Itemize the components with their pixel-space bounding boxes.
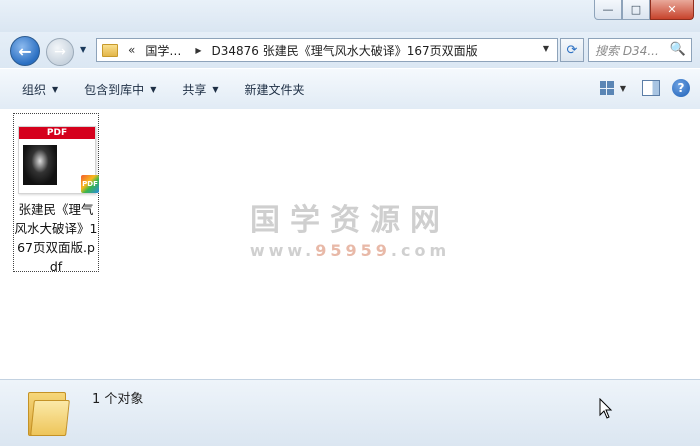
command-bar: 组织 ▼ 包含到库中 ▼ 共享 ▼ 新建文件夹 ▼ ? bbox=[0, 68, 700, 110]
pdf-thumbnail-icon: PDF PDF bbox=[18, 126, 99, 194]
file-item[interactable]: PDF PDF 张建民《理气风水大破译》167页双面版.pdf bbox=[13, 113, 99, 274]
new-folder-label: 新建文件夹 bbox=[244, 82, 305, 97]
pdf-band-label: PDF bbox=[19, 127, 95, 139]
new-folder-button[interactable]: 新建文件夹 bbox=[241, 78, 309, 101]
minimize-button[interactable]: — bbox=[594, 0, 622, 20]
details-pane: 1 个对象 bbox=[0, 379, 700, 446]
change-view-icon[interactable] bbox=[599, 81, 614, 95]
folder-icon bbox=[28, 386, 70, 436]
watermark: 国学资源网 www.95959.com bbox=[240, 195, 460, 260]
search-icon[interactable]: 🔍 bbox=[670, 42, 686, 57]
chevron-down-icon: ▼ bbox=[212, 84, 219, 94]
organize-menu[interactable]: 组织 ▼ bbox=[18, 78, 62, 101]
chevron-down-icon: ▼ bbox=[150, 84, 157, 94]
view-controls: ▼ ? bbox=[599, 79, 690, 97]
folder-icon bbox=[102, 43, 118, 57]
forward-button[interactable]: → bbox=[46, 38, 74, 66]
file-list-area[interactable]: PDF PDF 张建民《理气风水大破译》167页双面版.pdf 国学资源网 ww… bbox=[0, 109, 700, 379]
refresh-button[interactable]: ⟳ bbox=[560, 38, 584, 62]
view-options-dropdown-icon[interactable]: ▼ bbox=[620, 84, 626, 93]
watermark-url-accent: 95959 bbox=[315, 241, 391, 260]
preview-pane-icon[interactable] bbox=[642, 80, 660, 96]
breadcrumb-current[interactable]: D34876 张建民《理气风水大破译》167页双面版 bbox=[212, 42, 478, 59]
help-icon[interactable]: ? bbox=[672, 79, 690, 97]
include-in-library-menu[interactable]: 包含到库中 ▼ bbox=[80, 78, 160, 101]
maximize-button[interactable]: □ bbox=[622, 0, 650, 20]
address-bar[interactable]: « 国学… ▶ D34876 张建民《理气风水大破译》167页双面版 ▼ bbox=[96, 38, 558, 62]
watermark-url-prefix: www. bbox=[249, 241, 316, 260]
window-controls: — □ ✕ bbox=[594, 0, 694, 20]
watermark-title: 国学资源网 bbox=[250, 203, 450, 238]
search-box[interactable]: 搜索 D34... 🔍 bbox=[588, 38, 692, 62]
share-label: 共享 bbox=[182, 82, 207, 97]
watermark-url: www.95959.com bbox=[240, 241, 460, 260]
explorer-window: — □ ✕ ← → ▼ « 国学… ▶ D34876 张建民《理气风水大破译》1… bbox=[0, 0, 700, 446]
back-button[interactable]: ← bbox=[10, 36, 40, 66]
cover-image bbox=[23, 145, 57, 185]
refresh-icon: ⟳ bbox=[566, 42, 578, 58]
file-name[interactable]: 张建民《理气风水大破译》167页双面版.pdf bbox=[14, 200, 98, 276]
organize-label: 组织 bbox=[22, 82, 47, 97]
breadcrumb-separator-icon[interactable]: ▶ bbox=[195, 46, 201, 55]
pdf-badge-icon: PDF bbox=[81, 175, 99, 193]
forward-arrow-icon: → bbox=[54, 44, 66, 60]
overflow-chevron-icon[interactable]: « bbox=[128, 43, 135, 57]
address-dropdown-icon[interactable]: ▼ bbox=[543, 44, 549, 53]
watermark-url-suffix: .com bbox=[390, 241, 451, 260]
close-button[interactable]: ✕ bbox=[650, 0, 694, 20]
search-input[interactable]: 搜索 D34... bbox=[595, 42, 669, 59]
include-in-library-label: 包含到库中 bbox=[84, 82, 145, 97]
recent-pages-dropdown[interactable]: ▼ bbox=[80, 45, 86, 54]
mouse-cursor-icon bbox=[599, 398, 613, 419]
chevron-down-icon: ▼ bbox=[52, 84, 59, 94]
breadcrumb-parent[interactable]: 国学… bbox=[145, 42, 181, 59]
share-menu[interactable]: 共享 ▼ bbox=[178, 78, 222, 101]
back-arrow-icon: ← bbox=[18, 41, 32, 61]
item-count: 1 个对象 bbox=[92, 392, 144, 407]
title-bar: — □ ✕ bbox=[0, 0, 700, 33]
